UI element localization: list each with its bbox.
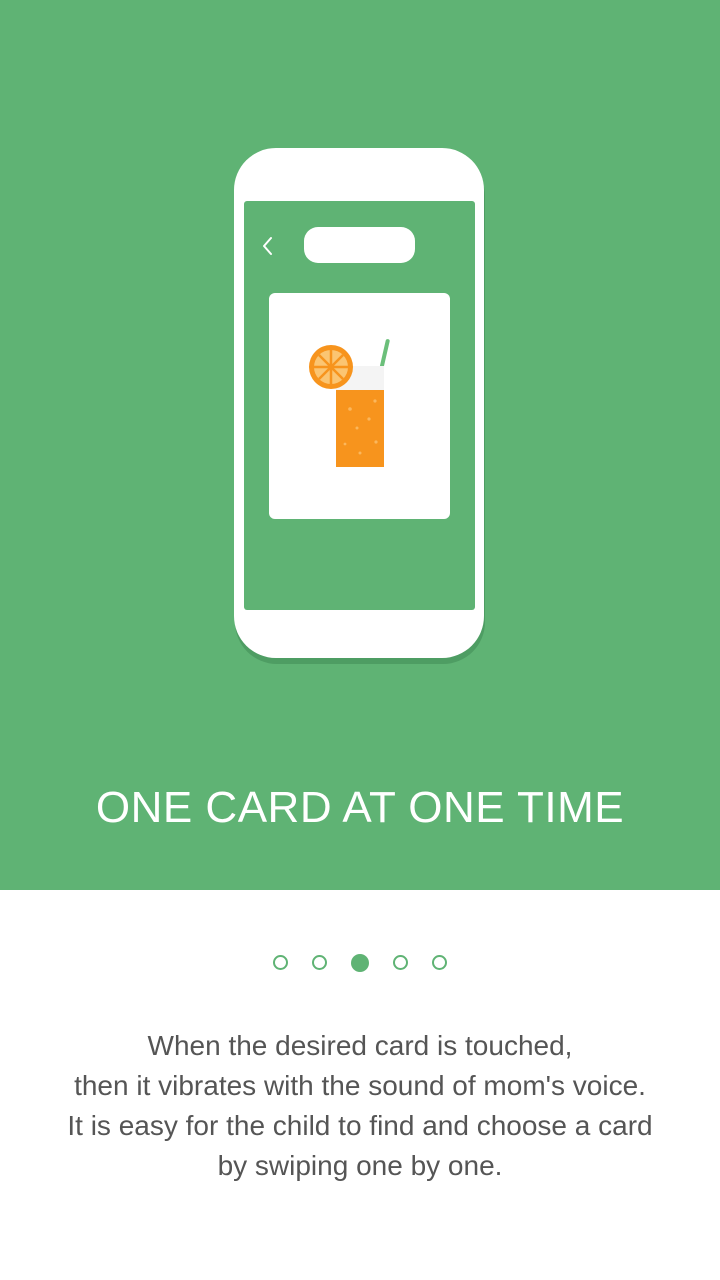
description-line: It is easy for the child to find and cho… — [67, 1110, 653, 1141]
page-indicator[interactable] — [0, 953, 720, 972]
page-dot-4[interactable] — [393, 955, 408, 970]
description-line: then it vibrates with the sound of mom's… — [74, 1070, 646, 1101]
hero-title: ONE CARD AT ONE TIME — [95, 783, 625, 832]
page-dot-1[interactable] — [273, 955, 288, 970]
description-text: When the desired card is touched, then i… — [30, 1026, 690, 1186]
phone-illustration — [234, 148, 485, 664]
title-pill — [304, 227, 415, 263]
description-line: by swiping one by one. — [217, 1150, 503, 1181]
page-dot-5[interactable] — [432, 955, 447, 970]
hero-banner: ONE CARD AT ONE TIME — [0, 0, 720, 890]
page-dot-3-active[interactable] — [351, 953, 369, 972]
description-line: When the desired card is touched, — [147, 1030, 573, 1061]
page-dot-2[interactable] — [312, 955, 327, 970]
